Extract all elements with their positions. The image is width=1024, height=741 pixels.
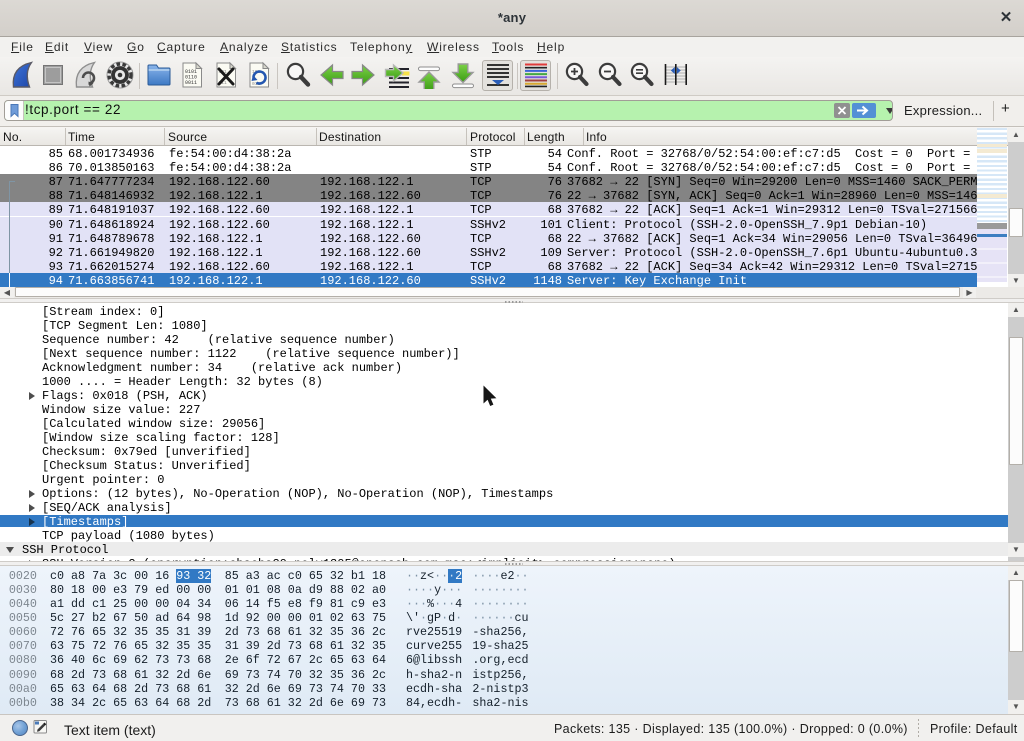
svg-text:0011: 0011: [185, 80, 197, 86]
